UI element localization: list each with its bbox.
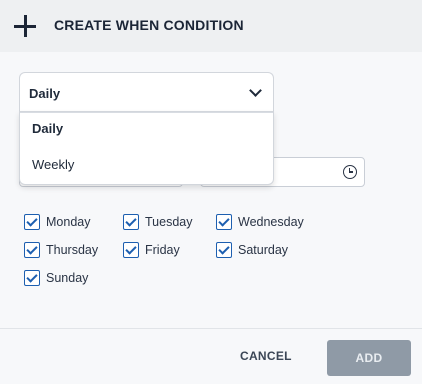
checkbox-monday[interactable]: Monday [24,213,90,231]
checkbox-checked-icon[interactable] [123,214,139,230]
checkbox-friday[interactable]: Friday [123,241,180,259]
frequency-selected-value: Daily [29,86,61,101]
checkbox-saturday[interactable]: Saturday [216,241,288,259]
cancel-button[interactable]: CANCEL [240,349,292,363]
checkbox-label: Wednesday [238,215,304,229]
checkbox-label: Monday [46,215,91,229]
dialog-footer: CANCEL ADD [0,329,422,384]
frequency-menu: Daily Weekly [19,111,274,185]
dialog-header: CREATE WHEN CONDITION [0,0,422,52]
checkbox-label: Tuesday [145,215,193,229]
checkbox-label: Thursday [46,243,99,257]
dialog-title: CREATE WHEN CONDITION [54,17,244,33]
checkbox-label: Sunday [46,271,89,285]
add-button[interactable]: ADD [327,340,411,376]
checkbox-checked-icon[interactable] [24,242,40,258]
frequency-select[interactable]: Daily [19,72,274,112]
menu-option-daily[interactable]: Daily [32,121,63,136]
checkbox-wednesday[interactable]: Wednesday [216,213,304,231]
checkbox-label: Friday [145,243,180,257]
checkbox-checked-icon[interactable] [216,214,232,230]
checkbox-checked-icon[interactable] [123,242,139,258]
checkbox-checked-icon[interactable] [24,270,40,286]
plus-icon [14,15,36,37]
checkbox-sunday[interactable]: Sunday [24,269,88,287]
chevron-down-icon[interactable] [249,84,262,97]
checkbox-checked-icon[interactable] [216,242,232,258]
checkbox-label: Saturday [238,243,289,257]
menu-option-weekly[interactable]: Weekly [32,157,74,172]
menu-divider [20,112,273,113]
clock-icon[interactable] [343,165,357,179]
checkbox-checked-icon[interactable] [24,214,40,230]
checkbox-tuesday[interactable]: Tuesday [123,213,192,231]
checkbox-thursday[interactable]: Thursday [24,241,98,259]
